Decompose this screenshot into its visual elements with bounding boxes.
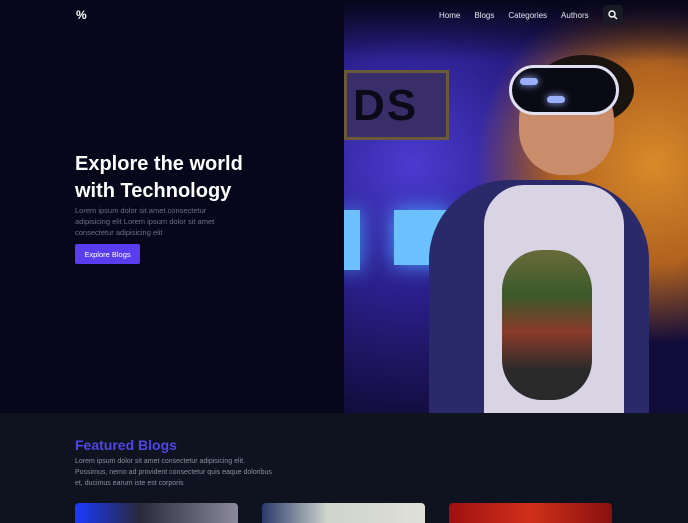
hero-section: DS Explore the world with Technology Lor…: [0, 0, 688, 413]
featured-title: Featured Blogs: [75, 437, 177, 453]
vr-headset: [509, 65, 619, 115]
blog-card[interactable]: [449, 503, 612, 523]
nav-authors[interactable]: Authors: [561, 11, 589, 20]
logo-icon[interactable]: %: [76, 8, 87, 22]
featured-description: Lorem ipsum dolor sit amet consectetur a…: [75, 458, 272, 487]
navbar: % Home Blogs Categories Authors: [0, 0, 688, 28]
monitor: [344, 210, 360, 270]
hero-title: Explore the world with Technology: [75, 153, 243, 202]
neon-sign: DS: [344, 70, 449, 140]
main-nav: Home Blogs Categories Authors: [439, 5, 623, 25]
blog-card[interactable]: [75, 503, 238, 523]
hero-image: DS: [344, 0, 688, 413]
hero-subtitle: Lorem ipsum dolor sit amet consectetur a…: [75, 206, 215, 237]
shirt-graphic: [502, 250, 592, 400]
search-button[interactable]: [602, 5, 623, 25]
explore-blogs-button[interactable]: Explore Blogs: [75, 244, 140, 264]
nav-home[interactable]: Home: [439, 11, 460, 20]
nav-blogs[interactable]: Blogs: [474, 11, 494, 20]
search-icon: [607, 10, 618, 20]
blog-card[interactable]: [262, 503, 425, 523]
nav-categories[interactable]: Categories: [508, 11, 547, 20]
